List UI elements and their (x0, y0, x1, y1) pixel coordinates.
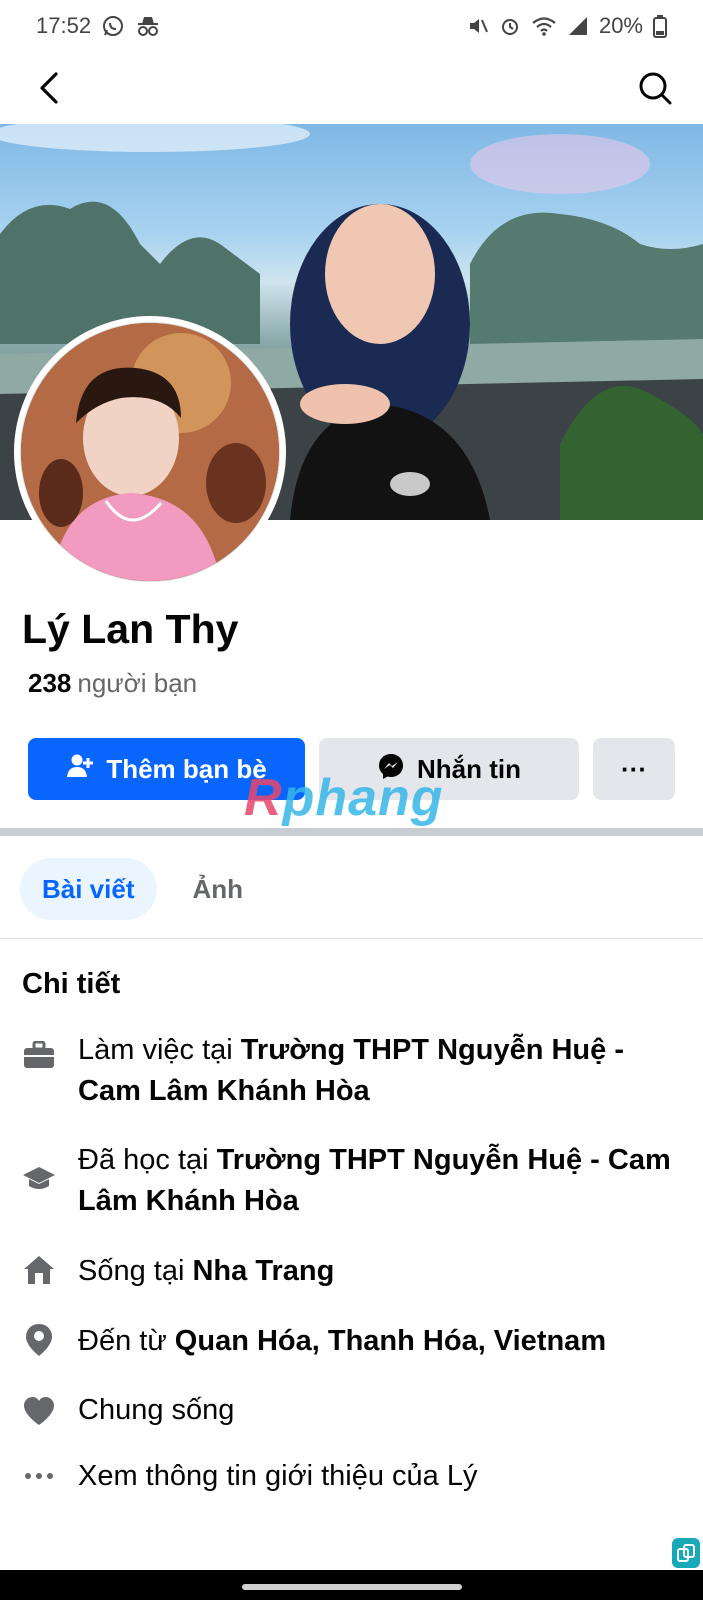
profile-name: Lý Lan Thy (22, 606, 239, 652)
detail-from-prefix: Đến từ (78, 1325, 175, 1357)
watermark-first: R (244, 769, 283, 827)
section-divider (0, 828, 703, 836)
graduation-cap-icon (22, 1162, 56, 1196)
app-bar (0, 52, 703, 124)
friends-label: người bạn (77, 668, 198, 698)
battery-icon (653, 14, 667, 38)
status-time: 17:52 (36, 13, 92, 38)
location-pin-icon (22, 1323, 56, 1357)
heart-icon (22, 1394, 56, 1428)
detail-from-text: Đến từ Quan Hóa, Thanh Hóa, Vietnam (78, 1321, 606, 1362)
tab-posts[interactable]: Bài viết (20, 858, 157, 920)
home-gesture-pill[interactable] (242, 1584, 462, 1590)
add-friend-icon (66, 752, 94, 787)
detail-lives-in[interactable]: Sống tại Nha Trang (22, 1251, 682, 1292)
detail-from-place: Quan Hóa, Thanh Hóa, Vietnam (174, 1325, 607, 1357)
more-horizontal-icon: ··· (621, 753, 647, 784)
detail-work-text: Làm việc tại Trường THPT Nguyễn Huệ - Ca… (78, 1030, 682, 1112)
detail-education[interactable]: Đã học tại Trường THPT Nguyễn Huệ - Cam … (22, 1140, 682, 1222)
watermark-logo: Rphang (244, 768, 444, 828)
watermark-rest: phang (282, 769, 444, 827)
friends-count: 238 (28, 668, 72, 698)
status-right: 20% (467, 13, 667, 39)
see-about-info[interactable]: Xem thông tin giới thiệu của Lý (22, 1456, 682, 1497)
status-left: 17:52 (36, 13, 161, 39)
search-icon[interactable] (631, 64, 679, 112)
detail-education-prefix: Đã học tại (78, 1144, 217, 1176)
battery-percent: 20% (598, 13, 643, 38)
detail-from[interactable]: Đến từ Quan Hóa, Thanh Hóa, Vietnam (22, 1321, 682, 1362)
detail-lives-in-place: Nha Trang (192, 1255, 335, 1287)
briefcase-icon (22, 1038, 56, 1072)
back-arrow-icon[interactable] (26, 64, 74, 112)
detail-work[interactable]: Làm việc tại Trường THPT Nguyễn Huệ - Ca… (22, 1030, 682, 1112)
home-icon (22, 1253, 56, 1287)
detail-lives-in-prefix: Sống tại (78, 1255, 193, 1287)
see-about-info-text: Xem thông tin giới thiệu của Lý (78, 1460, 478, 1492)
signal-icon (567, 15, 589, 37)
avatar[interactable] (20, 322, 280, 582)
detail-work-prefix: Làm việc tại (78, 1034, 241, 1066)
detail-education-text: Đã học tại Trường THPT Nguyễn Huệ - Cam … (78, 1140, 682, 1222)
incognito-icon (135, 14, 161, 38)
detail-relationship[interactable]: Chung sống (22, 1390, 682, 1431)
details-title: Chi tiết (22, 968, 121, 1000)
detail-relationship-prefix: Chung sống (78, 1394, 235, 1426)
avatar-photo (21, 323, 279, 581)
more-dots-icon (22, 1459, 56, 1493)
alarm-icon (499, 15, 521, 37)
tab-photos[interactable]: Ảnh (171, 858, 266, 920)
floating-app-icon[interactable] (672, 1538, 700, 1568)
mute-icon (467, 15, 489, 37)
profile-tabs: Bài viết Ảnh (20, 858, 265, 920)
add-friend-label: Thêm bạn bè (106, 753, 267, 784)
wifi-icon (531, 15, 557, 37)
more-options-button[interactable]: ··· (593, 738, 675, 800)
detail-lives-in-text: Sống tại Nha Trang (78, 1251, 334, 1292)
friends-count-line[interactable]: 238 người bạn (28, 668, 197, 699)
whatsapp-icon (101, 14, 125, 38)
status-bar: 17:52 20% (0, 0, 703, 52)
detail-relationship-text: Chung sống (78, 1390, 234, 1431)
tabs-divider (0, 938, 703, 939)
profile-avatar-frame[interactable] (14, 316, 286, 588)
